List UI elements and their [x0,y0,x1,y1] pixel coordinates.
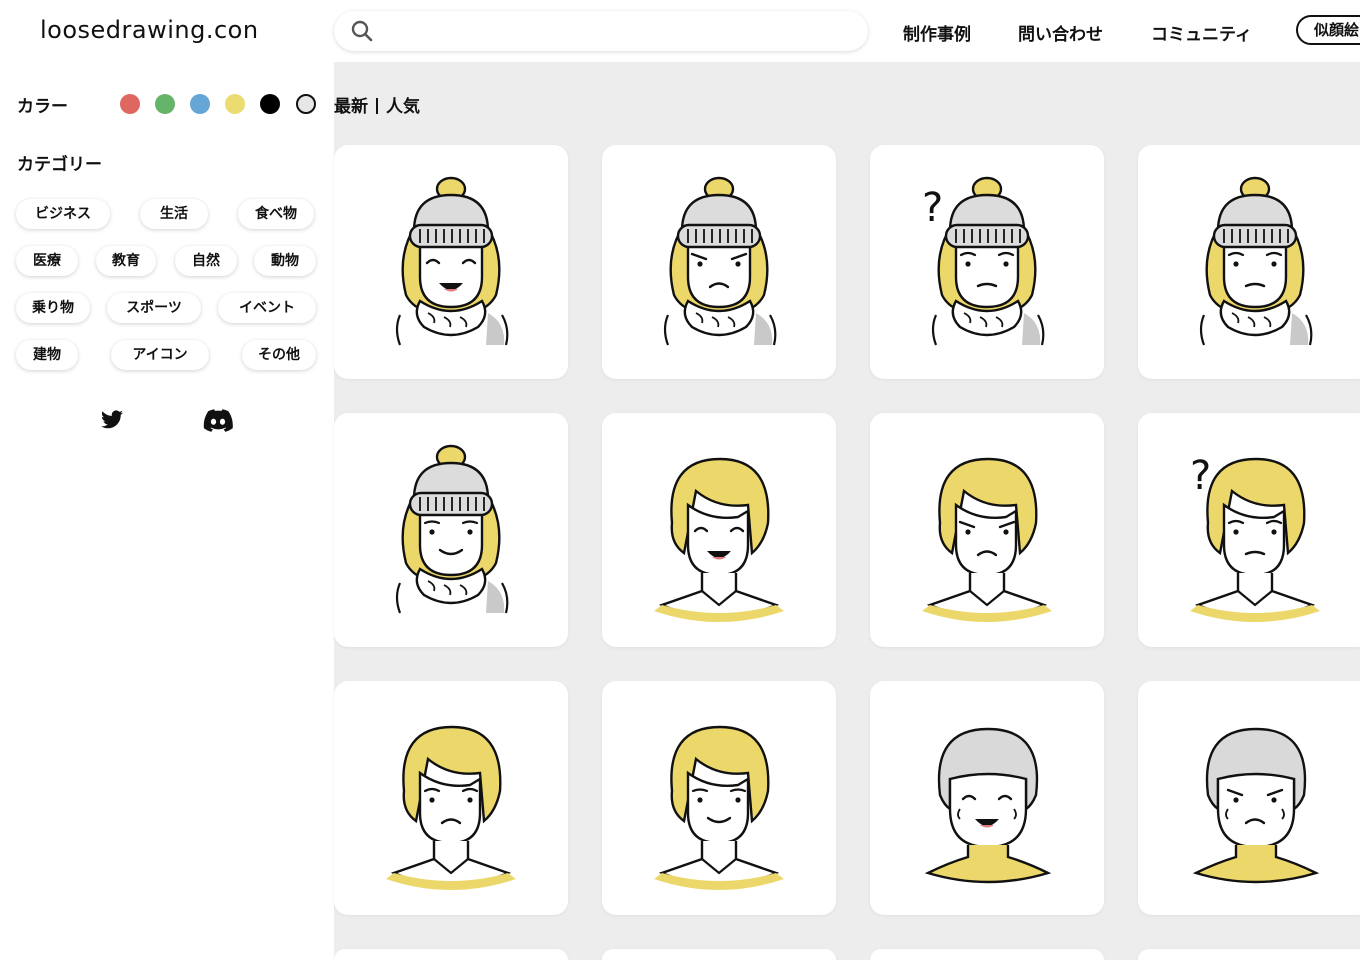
person-illustration [1199,176,1313,346]
search-input[interactable] [382,15,856,47]
category-business[interactable]: ビジネス [16,199,110,229]
category-medical[interactable]: 医療 [16,246,78,276]
person-illustration: ? [922,176,1045,346]
category-animals[interactable]: 動物 [254,246,316,276]
illustration-card[interactable] [602,413,836,647]
category-other[interactable]: その他 [242,340,316,370]
person-illustration [395,444,509,614]
illustration-card[interactable] [334,949,568,960]
twitter-icon[interactable] [99,408,125,432]
illustration-card[interactable]: ? [870,145,1104,379]
search-bar[interactable] [334,11,868,51]
color-blue[interactable] [190,94,210,114]
color-black[interactable] [260,94,280,114]
illustration-card[interactable]: ? [1138,413,1360,647]
color-red[interactable] [120,94,140,114]
category-education[interactable]: 教育 [96,246,156,276]
nav-works[interactable]: 制作事例 [903,20,971,45]
illustration-card[interactable] [334,413,568,647]
illustration-card[interactable] [870,949,1104,960]
discord-icon[interactable] [203,408,233,432]
color-gray[interactable] [296,94,316,114]
illustration-card[interactable] [1138,681,1360,915]
color-yellow[interactable] [225,94,245,114]
sort-divider [376,98,378,114]
illustration-card[interactable] [870,413,1104,647]
illustration-card[interactable] [334,145,568,379]
nav-community[interactable]: コミュニティ [1151,20,1252,45]
svg-text:?: ? [1190,453,1211,499]
category-vehicles[interactable]: 乗り物 [16,293,90,323]
person-illustration [654,457,784,622]
person-illustration [924,727,1052,884]
person-illustration [654,725,784,890]
illustration-card[interactable] [602,949,836,960]
sort-tabs: 最新 人気 [334,92,420,117]
category-sports[interactable]: スポーツ [107,293,201,323]
category-label: カテゴリー [17,155,102,175]
category-events[interactable]: イベント [218,293,316,323]
category-nature[interactable]: 自然 [175,246,237,276]
category-food[interactable]: 食べ物 [238,199,314,229]
search-icon [350,19,374,43]
category-icons[interactable]: アイコン [111,340,209,370]
site-logo[interactable]: loosedrawing.con [40,16,259,44]
color-green[interactable] [155,94,175,114]
person-illustration [395,176,509,346]
illustration-card[interactable] [870,681,1104,915]
illustration-card[interactable] [334,681,568,915]
svg-text:?: ? [922,185,943,231]
person-illustration [386,725,516,890]
illustration-card[interactable] [1138,145,1360,379]
person-illustration [1192,727,1320,884]
portrait-button[interactable]: 似顔絵 [1296,15,1360,45]
category-buildings[interactable]: 建物 [16,340,78,370]
person-illustration [922,457,1052,622]
person-illustration: ? [1190,453,1320,622]
sort-latest[interactable]: 最新 [334,97,368,117]
color-label: カラー [17,97,68,117]
illustration-card[interactable] [602,681,836,915]
nav-contact[interactable]: 問い合わせ [1018,20,1103,45]
illustration-card[interactable] [1138,949,1360,960]
illustration-card[interactable] [602,145,836,379]
sort-popular[interactable]: 人気 [386,97,420,117]
category-life[interactable]: 生活 [140,199,208,229]
person-illustration [663,176,777,346]
